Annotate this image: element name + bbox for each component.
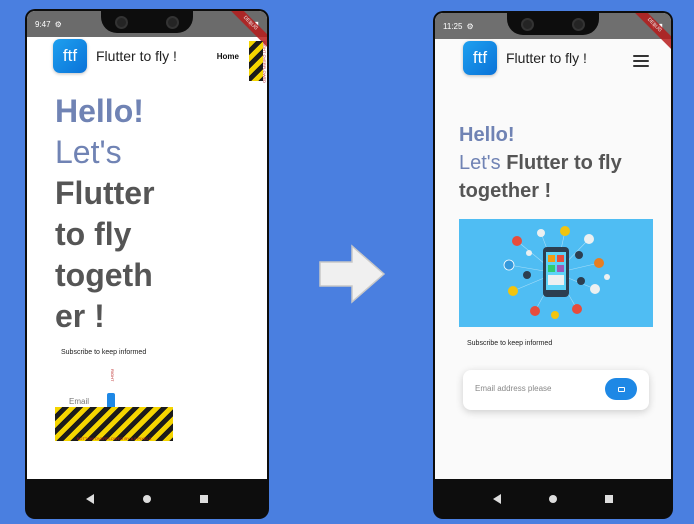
hero-heading: Hello! Let's Flutter to fly togeth er ! (55, 91, 175, 337)
hero-illustration (459, 219, 653, 327)
lets-text: Let's (55, 134, 122, 170)
system-nav-bar (25, 479, 269, 519)
settings-icon: ⚙ (466, 21, 474, 31)
status-time: 11:25 (443, 21, 463, 31)
brand-line: Flutter (55, 175, 155, 211)
app-logo[interactable]: ftf (53, 39, 87, 73)
system-nav-bar (433, 479, 673, 519)
smartphone-apps-illustration (503, 226, 610, 319)
overflow-warning-text: RIGHT OVERFLOWED BY 18 PIXELS (111, 369, 115, 382)
brand-line: to fly (55, 216, 132, 252)
app-title: Flutter to fly ! (96, 48, 177, 64)
recents-icon[interactable] (605, 495, 613, 503)
camera-notch (507, 13, 599, 35)
recents-icon[interactable] (200, 495, 209, 503)
subscribe-button[interactable] (605, 378, 637, 400)
status-time: 9:47 (35, 19, 51, 29)
brand-line: together ! (459, 180, 552, 202)
overflow-warning-text: BOTTOM OVERFLOWED BY 6.0 PIXELS (76, 436, 152, 441)
overflow-warning-text: RIGHT OVERFLOWED BY 30 PIXELS (263, 41, 267, 83)
brand-line: togeth (55, 257, 153, 293)
email-field[interactable]: Email address please (475, 384, 551, 393)
camera-icon (115, 15, 128, 29)
settings-icon: ⚙ (54, 19, 62, 29)
back-icon[interactable] (85, 494, 94, 504)
brand-line: er ! (55, 298, 105, 334)
app-logo[interactable]: ftf (463, 41, 497, 75)
menu-icon[interactable] (633, 55, 649, 67)
camera-notch (101, 11, 193, 33)
overflow-warning-stripes (249, 41, 263, 81)
camera-icon (521, 17, 534, 31)
home-icon[interactable] (549, 495, 557, 503)
screen-after: 11:25 ⚙ ▾ ▮ DEBUG ftf Flutter to fly ! H… (435, 13, 671, 479)
camera-icon (166, 15, 179, 29)
phone-before: 9:47 ⚙ ▾ ▮ DEBUG ftf Flutter to fly ! Ho… (25, 9, 269, 519)
arrow-right-icon (319, 244, 386, 304)
brand-text: Flutter to fly (506, 152, 622, 174)
back-icon[interactable] (493, 494, 501, 504)
subscribe-label: Subscribe to keep informed (61, 349, 147, 356)
phone-after: 11:25 ⚙ ▾ ▮ DEBUG ftf Flutter to fly ! H… (433, 11, 673, 519)
hello-text: Hello! (459, 124, 515, 146)
email-form: Email address please (463, 370, 649, 410)
screen-before: 9:47 ⚙ ▾ ▮ DEBUG ftf Flutter to fly ! Ho… (27, 11, 267, 479)
lets-text: Let's (459, 152, 501, 174)
app-bar: ftf Flutter to fly ! Home (27, 37, 267, 75)
nav-home-link[interactable]: Home (217, 52, 239, 61)
subscribe-label: Subscribe to keep informed (467, 340, 553, 347)
camera-icon (572, 17, 585, 31)
hero-heading: Hello! Let's Flutter to fly together ! (459, 121, 659, 205)
home-icon[interactable] (142, 495, 151, 503)
mail-icon (617, 386, 625, 392)
app-title: Flutter to fly ! (506, 50, 587, 66)
hello-text: Hello! (55, 93, 144, 129)
